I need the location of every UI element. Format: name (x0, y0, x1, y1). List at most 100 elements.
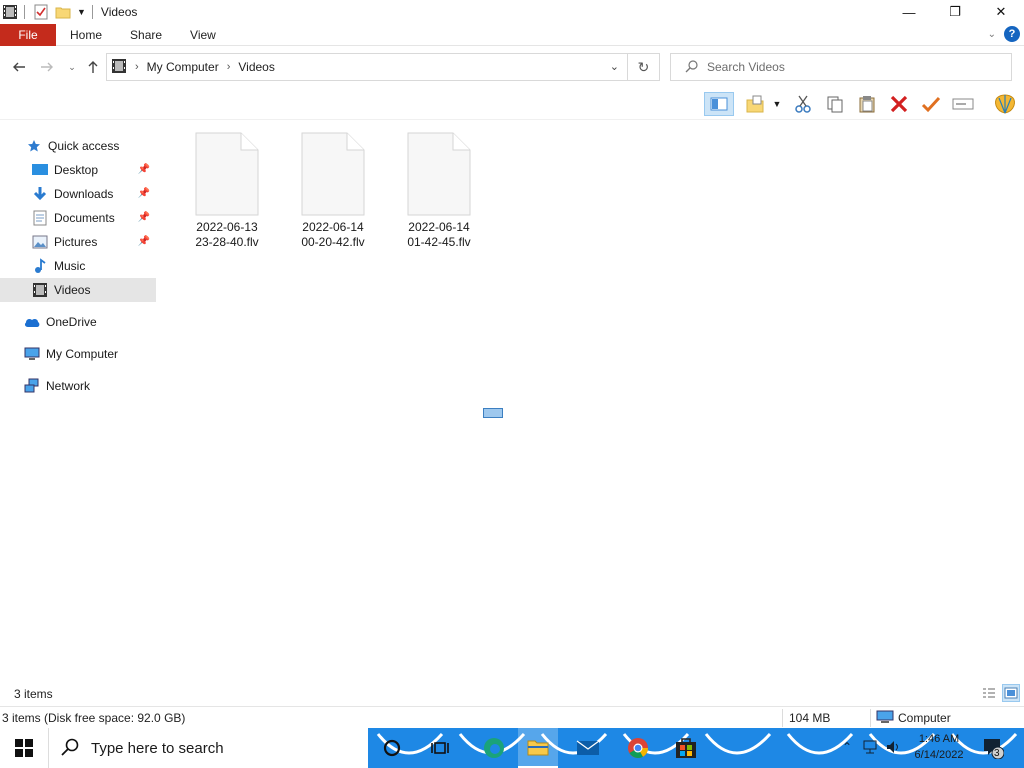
breadcrumb-my-computer[interactable]: My Computer (147, 60, 219, 74)
star-icon (26, 138, 42, 154)
back-arrow-icon[interactable] (10, 58, 28, 76)
sidebar-item-onedrive[interactable]: OneDrive (0, 310, 156, 334)
search-placeholder: Search Videos (707, 60, 785, 74)
file-item[interactable]: 2022-06-14 01-42-45.flv (394, 132, 484, 250)
start-button[interactable] (0, 728, 48, 768)
pin-icon[interactable]: 📌 (138, 236, 150, 247)
paste-icon[interactable] (854, 92, 880, 116)
shell-icon[interactable] (990, 92, 1020, 116)
file-item[interactable]: 2022-06-13 23-28-40.flv (182, 132, 272, 250)
tab-view[interactable]: View (176, 24, 230, 46)
sidebar-item-my-computer[interactable]: My Computer (0, 342, 156, 366)
expand-ribbon-icon[interactable]: ⌄ (988, 29, 996, 40)
sidebar-item-pictures[interactable]: Pictures 📌 (0, 230, 156, 254)
cortana-icon[interactable] (372, 728, 412, 768)
sidebar-item-label: Network (46, 379, 91, 393)
notification-center-icon[interactable] (982, 737, 1005, 762)
title-separator (24, 5, 25, 19)
new-folder-icon[interactable] (55, 4, 71, 20)
file-name: 2022-06-14 00-20-42.flv (301, 220, 365, 249)
copy-icon[interactable] (822, 92, 848, 116)
title-separator (91, 5, 93, 19)
file-name: 2022-06-14 01-42-45.flv (407, 220, 471, 249)
mail-icon[interactable] (568, 728, 608, 768)
properties-icon[interactable] (33, 4, 49, 20)
sidebar-item-downloads[interactable]: Downloads 📌 (0, 182, 156, 206)
item-count: 3 items (14, 687, 53, 701)
help-icon[interactable]: ? (1004, 26, 1020, 42)
command-toolbar: ▼ (0, 88, 1024, 120)
store-icon[interactable] (666, 728, 706, 768)
system-clock[interactable]: 1:46 AM 6/14/2022 (904, 731, 974, 763)
checkmark-icon[interactable] (918, 92, 944, 116)
volume-icon[interactable] (886, 740, 902, 757)
computer-small-icon (876, 710, 894, 727)
detail-status-bar: 3 items (Disk free space: 92.0 GB) 104 M… (0, 706, 1024, 728)
sidebar-item-desktop[interactable]: Desktop 📌 (0, 158, 156, 182)
pin-icon[interactable]: 📌 (138, 164, 150, 175)
customize-dropdown-icon[interactable]: ▼ (77, 7, 86, 17)
forward-arrow-icon[interactable] (38, 58, 56, 76)
title-bar: ▼ Videos — ❐ ✕ (0, 0, 1024, 24)
sidebar-item-videos[interactable]: Videos (0, 278, 156, 302)
refresh-icon[interactable]: ↻ (627, 54, 659, 80)
documents-icon (32, 210, 48, 226)
edge-browser-icon[interactable] (474, 728, 514, 768)
file-icon (407, 132, 471, 216)
rename-icon[interactable] (950, 92, 976, 116)
breadcrumb-chevron-icon[interactable]: › (135, 61, 139, 73)
close-button[interactable]: ✕ (978, 0, 1024, 24)
task-view-icon[interactable] (420, 728, 460, 768)
network-icon (24, 378, 40, 394)
taskbar-search-placeholder: Type here to search (91, 739, 224, 757)
search-icon (685, 59, 699, 76)
sidebar-item-quick-access[interactable]: Quick access (0, 134, 156, 158)
breadcrumb-videos[interactable]: Videos (238, 60, 274, 74)
preview-pane-button[interactable] (704, 92, 734, 116)
recent-locations-icon[interactable]: ⌄ (63, 58, 81, 76)
sidebar-item-label: My Computer (46, 347, 119, 361)
new-document-icon[interactable] (742, 92, 768, 116)
file-name: 2022-06-13 23-28-40.flv (195, 220, 259, 249)
breadcrumb-chevron-icon[interactable]: › (227, 61, 231, 73)
pin-icon[interactable]: 📌 (138, 212, 150, 223)
sidebar-item-label: Music (54, 259, 86, 273)
clock-time: 1:46 AM (918, 733, 960, 745)
network-status-icon[interactable] (862, 740, 878, 757)
sidebar-item-label: Quick access (48, 139, 120, 153)
up-arrow-icon[interactable] (84, 58, 102, 76)
large-icons-view-icon[interactable] (1002, 684, 1020, 702)
pin-icon[interactable]: 📌 (138, 188, 150, 199)
address-bar[interactable]: › My Computer › Videos ⌄ ↻ (106, 53, 660, 81)
show-hidden-icons-icon[interactable]: ⌃ (842, 740, 852, 754)
selection-rectangle (483, 408, 503, 418)
status-divider (870, 709, 871, 727)
search-input[interactable]: Search Videos (670, 53, 1012, 81)
address-dropdown-icon[interactable]: ⌄ (610, 60, 619, 73)
tab-home[interactable]: Home (56, 24, 116, 46)
file-list: 2022-06-13 23-28-40.flv 2022-06-14 00-20-4… (160, 120, 1024, 680)
windows-logo-icon (15, 739, 33, 757)
status-divider (782, 709, 783, 727)
disk-info: 3 items (Disk free space: 92.0 GB) (2, 710, 186, 725)
chrome-icon[interactable] (618, 728, 658, 768)
tab-share[interactable]: Share (116, 24, 176, 46)
file-explorer-icon[interactable] (518, 728, 558, 768)
maximize-button[interactable]: ❐ (932, 0, 978, 24)
sidebar-item-documents[interactable]: Documents 📌 (0, 206, 156, 230)
minimize-button[interactable]: — (886, 0, 932, 24)
sidebar-item-label: Pictures (54, 235, 98, 249)
selection-size: 104 MB (789, 710, 831, 725)
file-item[interactable]: 2022-06-14 00-20-42.flv (288, 132, 378, 250)
desktop-icon (32, 162, 48, 178)
cut-icon[interactable] (790, 92, 816, 116)
tab-file[interactable]: File (0, 23, 56, 46)
delete-icon[interactable] (886, 92, 912, 116)
sidebar-item-music[interactable]: Music (0, 254, 156, 278)
new-item-dropdown-icon[interactable]: ▼ (770, 92, 784, 116)
location-label: Computer (898, 710, 951, 725)
taskbar-search-input[interactable]: Type here to search (48, 728, 368, 768)
details-view-icon[interactable] (980, 684, 998, 702)
sidebar-item-network[interactable]: Network (0, 374, 156, 398)
film-app-icon[interactable] (2, 4, 18, 20)
